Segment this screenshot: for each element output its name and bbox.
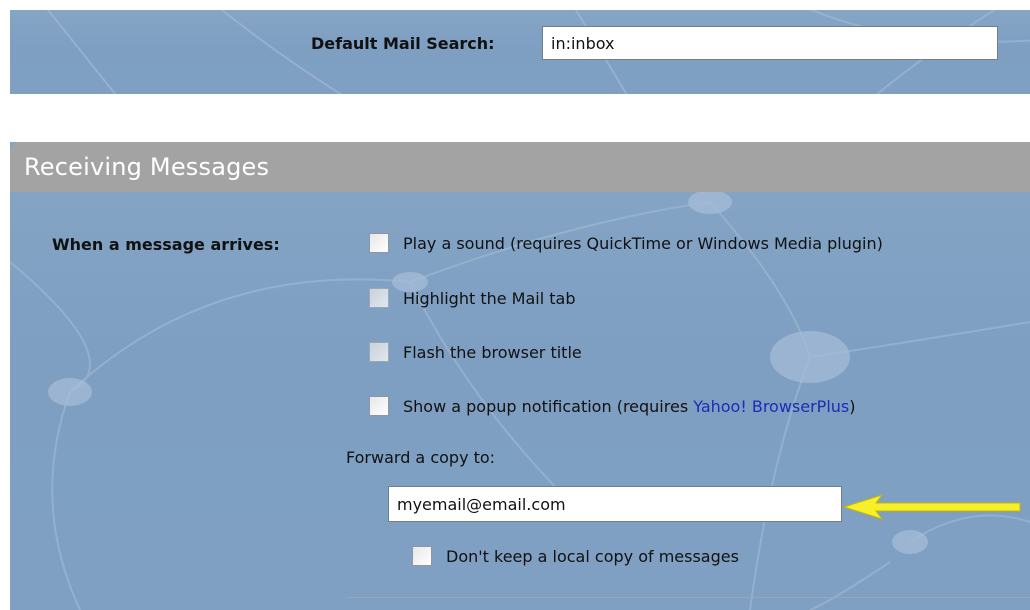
section-divider	[346, 597, 1030, 598]
default-search-panel: Default Mail Search:	[10, 10, 1030, 94]
when-message-arrives-label: When a message arrives:	[52, 235, 280, 254]
forward-copy-label: Forward a copy to:	[346, 448, 496, 467]
highlight-mail-tab-checkbox[interactable]	[369, 288, 389, 308]
section-title: Receiving Messages	[24, 153, 270, 181]
default-search-input[interactable]	[542, 26, 998, 60]
flash-browser-title-label: Flash the browser title	[403, 342, 582, 362]
popup-notification-label-suffix: )	[849, 396, 856, 416]
popup-notification-checkbox[interactable]	[369, 396, 389, 416]
popup-notification-option[interactable]: Show a popup notification (requires Yaho…	[369, 396, 856, 416]
highlight-mail-tab-option[interactable]: Highlight the Mail tab	[369, 288, 575, 308]
highlight-mail-tab-label: Highlight the Mail tab	[403, 288, 576, 308]
flash-browser-title-option[interactable]: Flash the browser title	[369, 342, 582, 362]
section-header: Receiving Messages	[10, 142, 1030, 192]
no-local-copy-option[interactable]: Don't keep a local copy of messages	[412, 546, 739, 566]
yahoo-browserplus-link[interactable]: Yahoo! BrowserPlus	[693, 397, 849, 416]
yellow-arrow-left-icon	[842, 494, 1021, 520]
popup-notification-label: Show a popup notification (requires Yaho…	[403, 397, 856, 416]
receiving-messages-panel: Receiving Messages When a message arrive…	[10, 142, 1030, 610]
play-sound-label: Play a sound (requires QuickTime or Wind…	[403, 233, 883, 253]
popup-notification-label-prefix: Show a popup notification (requires	[403, 396, 694, 416]
flash-browser-title-checkbox[interactable]	[369, 342, 389, 362]
no-local-copy-checkbox[interactable]	[412, 546, 432, 566]
default-search-label: Default Mail Search:	[311, 34, 495, 53]
no-local-copy-label: Don't keep a local copy of messages	[446, 546, 739, 566]
play-sound-checkbox[interactable]	[369, 233, 389, 253]
forward-email-input[interactable]	[388, 486, 842, 522]
play-sound-option[interactable]: Play a sound (requires QuickTime or Wind…	[369, 233, 883, 253]
network-background-graphic	[10, 190, 1030, 610]
